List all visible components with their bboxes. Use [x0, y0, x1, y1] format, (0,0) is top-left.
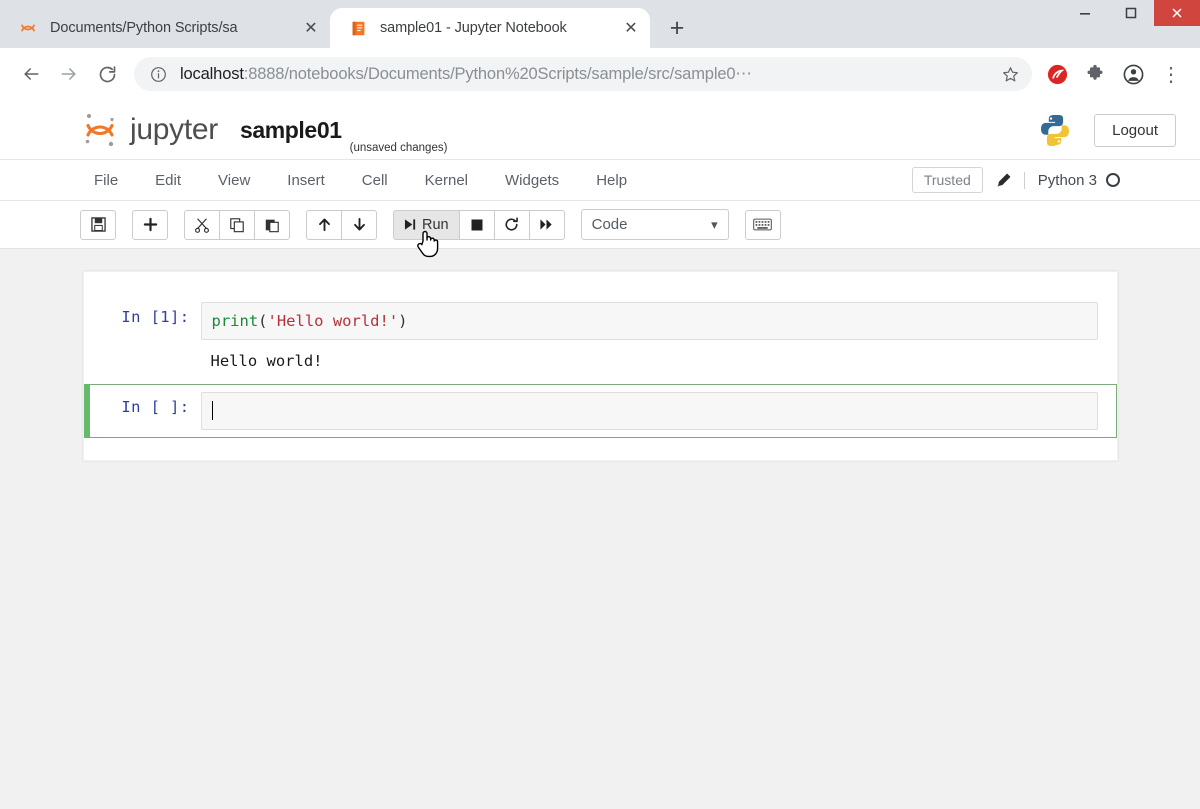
browser-window: Documents/Python Scripts/sa ✕ sample01 -… [0, 0, 1200, 809]
tab-title: sample01 - Jupyter Notebook [380, 20, 567, 36]
code-editor[interactable]: print('Hello world!') [200, 302, 1098, 340]
chrome-menu-icon[interactable]: ⋮ [1154, 57, 1188, 91]
browser-tab-inactive[interactable]: Documents/Python Scripts/sa ✕ [0, 8, 330, 48]
notebook-icon [348, 18, 368, 38]
output-prompt [98, 350, 200, 372]
puzzle-extension-icon[interactable] [1078, 57, 1112, 91]
menu-cell[interactable]: Cell [348, 166, 402, 195]
url-host: localhost [180, 65, 244, 83]
run-button-label: Run [422, 216, 449, 233]
save-button[interactable] [80, 209, 116, 240]
cell-output: Hello world! [84, 348, 1117, 384]
cell-type-value: Code [591, 216, 628, 233]
kernel-name-label: Python 3 [1037, 171, 1097, 189]
restart-kernel-button[interactable] [493, 209, 530, 240]
new-tab-button[interactable]: + [660, 11, 694, 45]
profile-avatar-icon[interactable] [1116, 57, 1150, 91]
text-caret [211, 401, 213, 420]
python-logo-icon [1038, 113, 1072, 147]
notebook-title[interactable]: sample01 [240, 117, 342, 144]
copy-cells-button[interactable] [219, 209, 255, 240]
notebook-container: In [1]: print('Hello world!') Hello worl… [82, 271, 1118, 461]
url-text: localhost:8888/notebooks/Documents/Pytho… [180, 64, 996, 84]
menu-insert[interactable]: Insert [273, 166, 339, 195]
restart-and-run-all-button[interactable] [528, 209, 565, 240]
menu-file[interactable]: File [80, 166, 132, 195]
extension-icons: ⋮ [1040, 57, 1188, 91]
edit-pencil-icon[interactable] [983, 168, 1024, 193]
close-icon[interactable]: ✕ [300, 17, 322, 39]
toolbar-group-move [306, 209, 377, 240]
menu-edit[interactable]: Edit [141, 166, 195, 195]
cell-prompt: In [1]: [121, 308, 190, 326]
notebook-cell-selected[interactable]: In [ ]: [83, 384, 1117, 438]
code-token: ( [258, 312, 268, 330]
menubar-right: Trusted Python 3 [911, 167, 1120, 193]
cell-type-select[interactable]: Code ▾ [580, 209, 729, 240]
toolbar-group-save [80, 209, 116, 240]
command-palette-button[interactable] [744, 209, 781, 240]
bookmark-star-icon[interactable] [996, 60, 1024, 88]
forward-button[interactable] [50, 55, 88, 93]
notebook-cell[interactable]: In [1]: print('Hello world!') [84, 294, 1117, 348]
browser-tab-active[interactable]: sample01 - Jupyter Notebook ✕ [330, 8, 650, 48]
interrupt-kernel-button[interactable] [458, 209, 495, 240]
run-button[interactable]: Run [393, 209, 460, 240]
close-window-button[interactable] [1154, 0, 1200, 26]
menu-kernel[interactable]: Kernel [411, 166, 482, 195]
jupyter-logo-icon [80, 110, 128, 150]
tab-strip: Documents/Python Scripts/sa ✕ sample01 -… [0, 0, 1200, 48]
minimize-button[interactable] [1062, 0, 1108, 26]
url-path: :8888/notebooks/Documents/Python%20Scrip… [243, 65, 752, 83]
jupyter-wordmark: jupyter [130, 113, 218, 146]
reload-button[interactable] [88, 55, 126, 93]
shield-extension-icon[interactable] [1040, 57, 1074, 91]
paste-cells-button[interactable] [254, 209, 290, 240]
toolbar-group-palette [744, 209, 781, 240]
menu-view[interactable]: View [204, 166, 264, 195]
code-token: 'Hello world!' [267, 312, 399, 330]
insert-cell-below-button[interactable] [132, 209, 168, 240]
jupyter-icon [18, 18, 38, 38]
code-token: print [211, 312, 259, 330]
code-token: ) [398, 312, 408, 330]
back-button[interactable] [12, 55, 50, 93]
code-editor[interactable] [200, 392, 1098, 430]
close-icon[interactable]: ✕ [620, 17, 642, 39]
tab-title: Documents/Python Scripts/sa [50, 20, 238, 36]
jupyter-toolbar: Run Code ▾ [0, 201, 1200, 249]
jupyter-header-right: Logout [1038, 113, 1176, 147]
run-icon [404, 219, 416, 230]
menu-help[interactable]: Help [582, 166, 641, 195]
trusted-badge[interactable]: Trusted [911, 167, 983, 193]
notebook-canvas: In [1]: print('Hello world!') Hello worl… [0, 249, 1200, 809]
save-status-label: (unsaved changes) [349, 142, 448, 154]
move-cell-up-button[interactable] [306, 209, 342, 240]
output-text: Hello world! [210, 352, 323, 370]
page-content: jupyter sample01 (unsaved changes) Logou… [0, 101, 1200, 809]
cell-prompt: In [ ]: [121, 398, 190, 416]
toolbar-group-run: Run [393, 209, 565, 240]
move-cell-down-button[interactable] [341, 209, 377, 240]
address-bar[interactable]: localhost:8888/notebooks/Documents/Pytho… [134, 57, 1032, 91]
logout-button[interactable]: Logout [1094, 113, 1176, 147]
browser-toolbar: localhost:8888/notebooks/Documents/Pytho… [0, 48, 1200, 101]
site-info-icon[interactable] [148, 64, 168, 84]
chevron-down-icon: ▾ [711, 216, 718, 232]
maximize-button[interactable] [1108, 0, 1154, 26]
toolbar-group-clipboard [184, 209, 290, 240]
window-controls [1062, 0, 1200, 26]
kernel-indicator[interactable]: Python 3 [1023, 171, 1120, 189]
toolbar-group-insert [132, 209, 168, 240]
menu-widgets[interactable]: Widgets [491, 166, 573, 195]
jupyter-logo-link[interactable]: jupyter [80, 110, 218, 150]
keyboard-icon [753, 218, 772, 231]
kernel-idle-icon [1106, 173, 1120, 187]
jupyter-menubar: File Edit View Insert Cell Kernel Widget… [0, 159, 1200, 201]
jupyter-header: jupyter sample01 (unsaved changes) Logou… [0, 101, 1200, 159]
cut-cells-button[interactable] [184, 209, 220, 240]
